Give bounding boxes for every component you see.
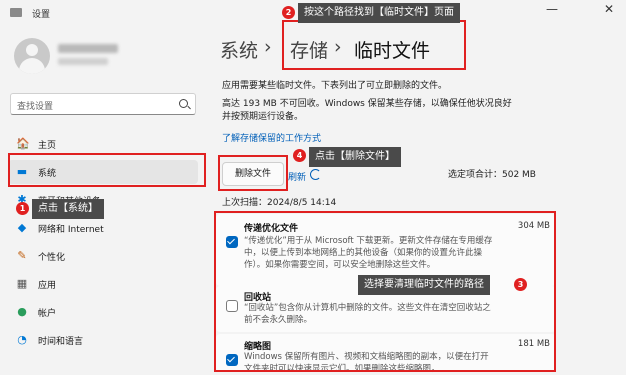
learn-storage-link[interactable]: 了解存储保留的工作方式 <box>222 131 321 144</box>
selected-total: 选定项合计：502 MB <box>448 170 536 180</box>
sidebar-item-label: 主页 <box>38 141 57 151</box>
sidebar-item-label: 应用 <box>38 281 57 291</box>
refresh-icon[interactable] <box>310 169 321 180</box>
annotation-callout-3: 选择要清理临时文件的路径 <box>358 275 490 295</box>
sidebar-item-network[interactable]: ◆ 网络和 Internet <box>8 216 198 240</box>
sidebar-item-personalization[interactable]: ✎ 个性化 <box>8 244 198 268</box>
annotation-box-system <box>8 153 206 187</box>
annotation-callout-4: 点击【删除文件】 <box>309 147 401 167</box>
reserved-text-line2: 并按预期运行设备。 <box>222 112 304 122</box>
user-icon[interactable] <box>14 38 50 74</box>
search-icon <box>179 99 188 108</box>
sidebar-item-apps[interactable]: ▦ 应用 <box>8 272 198 296</box>
user-email-blurred <box>58 58 108 65</box>
home-icon: 🏠 <box>16 137 30 150</box>
sidebar-item-label: 时间和语言 <box>38 337 84 347</box>
user-name-blurred <box>58 44 118 53</box>
minimize-button[interactable]: — <box>546 2 558 16</box>
breadcrumb-separator: › <box>264 36 272 58</box>
sidebar-item-label: 帐户 <box>38 309 57 319</box>
brush-icon: ✎ <box>17 249 27 262</box>
annotation-callout-1: 点击【系统】 <box>32 199 104 219</box>
last-scan-text: 上次扫描：2024/8/5 14:14 <box>222 198 337 208</box>
annotation-badge-4: 4 <box>293 149 306 162</box>
wifi-icon: ◆ <box>17 221 27 234</box>
annotation-box-breadcrumb <box>282 20 466 70</box>
breadcrumb-system[interactable]: 系统 <box>220 36 258 63</box>
clock-icon: ◔ <box>17 333 27 346</box>
annotation-badge-1: 1 <box>16 202 29 215</box>
settings-app-icon <box>10 8 22 17</box>
search-placeholder: 查找设置 <box>17 102 54 112</box>
close-button[interactable]: ✕ <box>604 2 614 16</box>
window-title: 设置 <box>32 10 51 20</box>
sidebar-item-label: 个性化 <box>38 253 66 263</box>
sidebar-item-accounts[interactable]: ● 帐户 <box>8 300 198 324</box>
sidebar-item-time-language[interactable]: ◔ 时间和语言 <box>8 328 198 352</box>
refresh-link[interactable]: 刷新 <box>288 170 306 183</box>
annotation-callout-2: 按这个路径找到【临时文件】页面 <box>298 3 460 23</box>
intro-text: 应用需要某些临时文件。下表列出了可立即删除的文件。 <box>222 81 448 91</box>
annotation-box-delete <box>218 155 288 191</box>
sidebar-item-label: 网络和 Internet <box>38 225 104 235</box>
account-icon: ● <box>17 305 27 318</box>
search-input[interactable]: 查找设置 <box>10 93 196 115</box>
reserved-text-line1: 高达 193 MB 不可回收。Windows 保留某些存储，以确保任他状况良好 <box>222 99 512 109</box>
annotation-badge-3: 3 <box>514 278 527 291</box>
apps-icon: ▦ <box>16 277 28 290</box>
annotation-badge-2: 2 <box>282 6 295 19</box>
